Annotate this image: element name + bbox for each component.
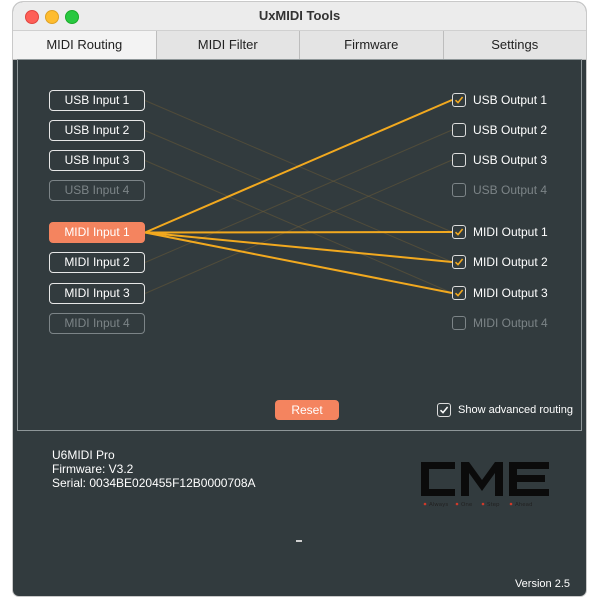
svg-text:One: One [461,502,473,508]
output-label: MIDI Output 1 [473,225,548,239]
output-label: MIDI Output 4 [473,316,548,330]
input-button-midi-input-2[interactable]: MIDI Input 2 [49,252,145,273]
reset-button[interactable]: Reset [275,400,339,420]
output-label: MIDI Output 2 [473,255,548,269]
output-checkbox[interactable] [452,93,466,107]
output-checkbox[interactable] [452,183,466,197]
input-button-usb-input-2[interactable]: USB Input 2 [49,120,145,141]
svg-text:Step: Step [487,502,500,508]
output-label: USB Output 4 [473,183,548,197]
svg-text:Ahead: Ahead [515,502,533,508]
input-button-usb-input-4[interactable]: USB Input 4 [49,180,145,201]
output-row-midi-output-1[interactable]: MIDI Output 1 [452,223,548,241]
output-label: USB Output 3 [473,153,548,167]
output-row-midi-output-4[interactable]: MIDI Output 4 [452,314,548,332]
output-row-usb-output-4[interactable]: USB Output 4 [452,181,547,199]
output-row-usb-output-3[interactable]: USB Output 3 [452,151,547,169]
app-version: Version 2.5 [514,578,570,590]
output-row-midi-output-3[interactable]: MIDI Output 3 [452,284,548,302]
output-checkbox[interactable] [452,286,466,300]
serial-number: Serial: 0034BE020455F12B0000708A [52,476,256,490]
output-checkbox[interactable] [452,225,466,239]
output-checkbox[interactable] [452,255,466,269]
output-checkbox[interactable] [452,123,466,137]
output-row-usb-output-1[interactable]: USB Output 1 [452,91,547,109]
input-button-usb-input-3[interactable]: USB Input 3 [49,150,145,171]
checkmark-icon [454,289,464,297]
output-checkbox[interactable] [452,316,466,330]
checkmark-icon [439,406,449,414]
checkmark-icon [454,258,464,266]
output-row-midi-output-2[interactable]: MIDI Output 2 [452,253,548,271]
input-button-midi-input-3[interactable]: MIDI Input 3 [49,283,145,304]
route-line-active [144,231,453,263]
device-name: U6MIDI Pro [52,448,115,462]
output-checkbox[interactable] [452,153,466,167]
advanced-routing-checkbox[interactable] [437,403,451,417]
status-dash [296,540,302,542]
input-button-midi-input-4[interactable]: MIDI Input 4 [49,313,145,334]
checkmark-icon [454,228,464,236]
output-row-usb-output-2[interactable]: USB Output 2 [452,121,547,139]
checkmark-icon [454,96,464,104]
advanced-routing-label: Show advanced routing [458,404,573,416]
route-line-active [144,231,453,234]
input-button-usb-input-1[interactable]: USB Input 1 [49,90,145,111]
output-label: USB Output 1 [473,93,548,107]
cme-logo: Always One Step Ahead [415,458,555,510]
svg-text:Always: Always [429,502,448,508]
firmware-version: Firmware: V3.2 [52,462,134,476]
output-label: MIDI Output 3 [473,286,548,300]
output-label: USB Output 2 [473,123,548,137]
advanced-routing-toggle[interactable]: Show advanced routing [437,403,573,417]
input-button-midi-input-1[interactable]: MIDI Input 1 [49,222,145,243]
app-window: UxMIDI Tools MIDI Routing MIDI Filter Fi… [13,2,586,596]
route-line-active [144,231,453,294]
